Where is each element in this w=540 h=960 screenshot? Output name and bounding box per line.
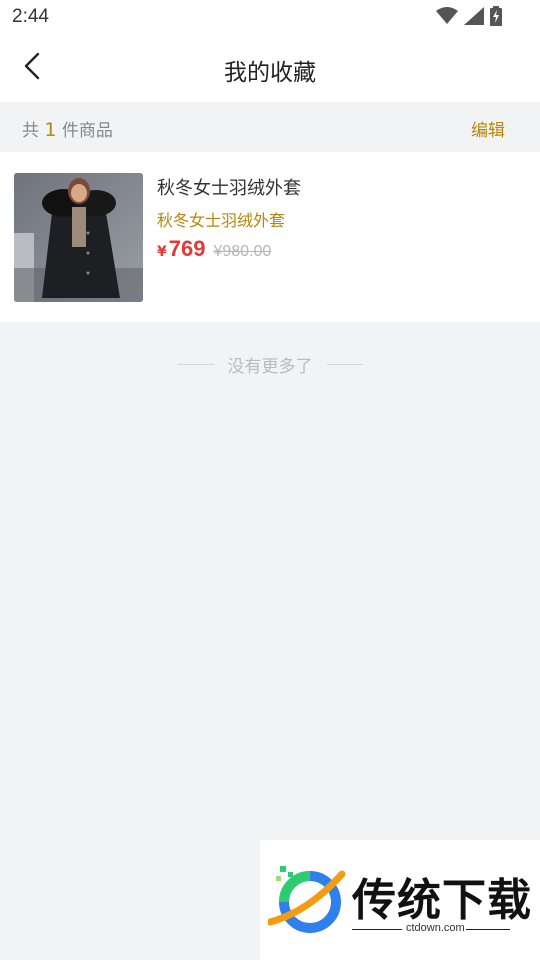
divider — [177, 363, 214, 365]
no-more-indicator: 没有更多了 — [0, 350, 540, 378]
divider — [326, 363, 363, 365]
price-currency: ¥ — [157, 244, 167, 260]
watermark-url: ctdown.com — [406, 922, 465, 934]
item-count: 共 1 件商品 — [22, 116, 113, 141]
price-row: ¥ 769 ¥980.00 — [157, 236, 271, 262]
product-name: 秋冬女士羽绒外套 — [157, 178, 301, 199]
original-price: ¥980.00 — [213, 243, 272, 260]
product-subtitle: 秋冬女士羽绒外套 — [157, 211, 286, 230]
page-title: 我的收藏 — [224, 60, 316, 86]
watermark-line — [352, 929, 402, 930]
product-image — [14, 173, 143, 302]
no-more-text: 没有更多了 — [227, 356, 313, 377]
count-suffix: 件商品 — [61, 121, 113, 141]
header: 我的收藏 — [0, 36, 540, 102]
watermark-line — [466, 929, 510, 930]
watermark: 传统下载 ctdown.com — [260, 840, 540, 960]
battery-charging-icon — [490, 6, 502, 30]
count-bar: 共 1 件商品 编辑 — [0, 102, 540, 152]
status-time: 2:44 — [12, 6, 49, 27]
edit-button[interactable]: 编辑 — [471, 116, 505, 141]
watermark-brand: 传统下载 — [352, 875, 532, 926]
favorite-item[interactable]: 秋冬女士羽绒外套 秋冬女士羽绒外套 ¥ 769 ¥980.00 — [0, 152, 540, 322]
signal-icon — [464, 7, 484, 29]
watermark-logo-icon — [266, 862, 348, 938]
count-prefix: 共 — [22, 121, 39, 141]
count-number: 1 — [44, 119, 57, 141]
wifi-icon — [436, 7, 458, 29]
current-price: 769 — [168, 236, 206, 261]
status-icons — [436, 6, 502, 30]
status-bar: 2:44 — [0, 0, 540, 36]
